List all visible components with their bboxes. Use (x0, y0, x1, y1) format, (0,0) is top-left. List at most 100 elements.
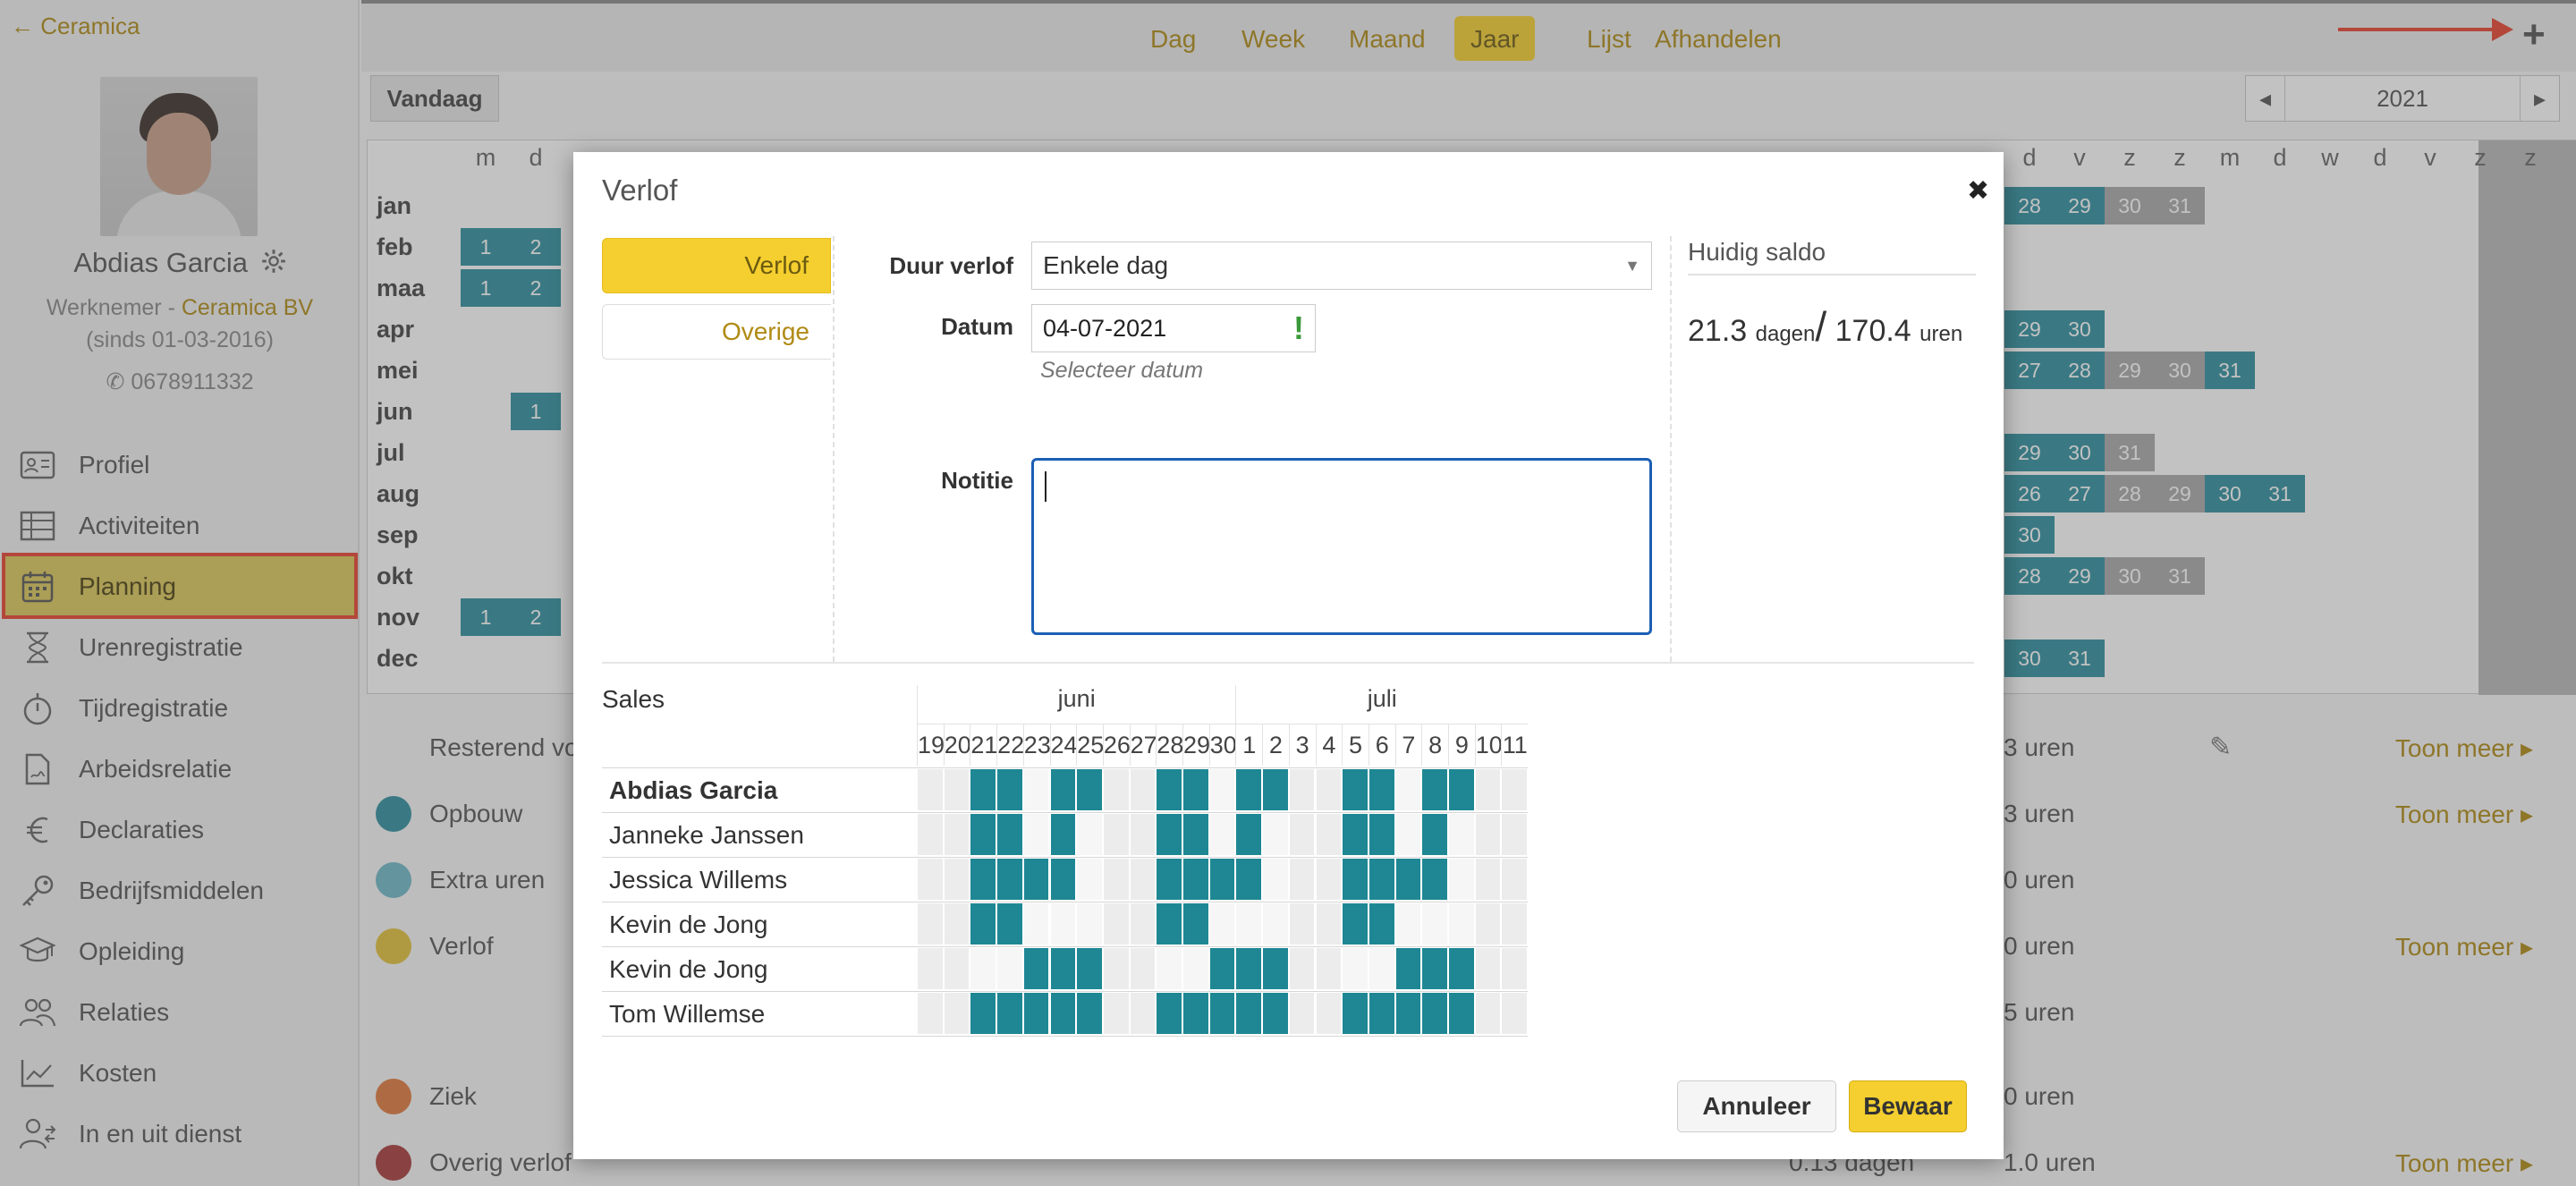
team-group-label: Sales (602, 685, 665, 713)
team-member-name: Kevin de Jong (609, 911, 768, 938)
day-header: 4 (1315, 724, 1343, 766)
availability-cell-busy (1156, 769, 1182, 810)
notitie-textarea[interactable] (1031, 458, 1652, 635)
divider (602, 662, 1974, 664)
availability-cell-busy (1342, 769, 1368, 810)
availability-cell-free (1501, 814, 1528, 855)
availability-cell-free (1288, 814, 1315, 855)
availability-cell-busy (1448, 993, 1474, 1034)
day-header: 2 (1262, 724, 1289, 766)
availability-cell-busy (1049, 993, 1076, 1034)
row-divider (602, 946, 1529, 947)
availability-cell-free (1501, 948, 1528, 989)
availability-cell-free (917, 769, 943, 810)
month-header: juni (917, 685, 1236, 724)
datum-input[interactable]: 04-07-2021 ! (1031, 304, 1316, 352)
day-header: 5 (1342, 724, 1368, 766)
availability-cell-busy (1421, 993, 1447, 1034)
availability-cell-free (943, 948, 970, 989)
availability-cell-busy (1262, 948, 1288, 989)
availability-cell-busy (1022, 993, 1049, 1034)
datum-hint: Selecteer datum (1040, 358, 1204, 383)
availability-cell-busy (1022, 859, 1049, 900)
availability-cell-free (1129, 769, 1156, 810)
availability-cell-busy (996, 993, 1022, 1034)
availability-cell-busy (1235, 859, 1262, 900)
tab-overige[interactable]: Overige (602, 304, 831, 360)
availability-cell-busy (1368, 859, 1394, 900)
availability-cell-busy (1076, 769, 1102, 810)
availability-cell-busy (1156, 859, 1182, 900)
availability-cell-free (1102, 993, 1129, 1034)
availability-cell-free (1102, 814, 1129, 855)
row-divider (602, 991, 1529, 992)
availability-cell-busy (1235, 993, 1262, 1034)
tab-verlof[interactable]: Verlof (602, 238, 831, 293)
availability-cell-free (917, 814, 943, 855)
availability-cell-busy (1394, 859, 1421, 900)
saldo-value: 21.3 dagen/ 170.4 uren (1688, 303, 1963, 350)
availability-cell-free (1448, 814, 1474, 855)
availability-cell-busy (1182, 903, 1208, 945)
availability-cell-free (1262, 859, 1288, 900)
availability-cell-free (943, 814, 970, 855)
availability-cell-free (1315, 903, 1342, 945)
availability-cell-busy (1421, 948, 1447, 989)
availability-cell-busy (1208, 948, 1235, 989)
availability-cell-free (1208, 769, 1235, 810)
availability-cell-free (943, 993, 970, 1034)
team-member-name: Kevin de Jong (609, 955, 768, 983)
team-availability-grid: Sales juni juli 19 20 21 22 23 24 25 26 27 28 29 30 1 2 3… (602, 682, 1976, 1057)
availability-cell-free (1022, 769, 1049, 810)
duur-select[interactable]: Enkele dag ▼ (1031, 241, 1652, 290)
availability-cell-free (1076, 903, 1102, 945)
availability-cell-busy (1182, 859, 1208, 900)
availability-cell-busy (1208, 859, 1235, 900)
team-member-name: Tom Willemse (609, 1000, 766, 1028)
cancel-button[interactable]: Annuleer (1677, 1080, 1836, 1132)
day-header: 27 (1129, 724, 1157, 766)
close-icon[interactable]: ✖ (1967, 175, 1989, 207)
availability-cell-free (1421, 903, 1447, 945)
availability-cell-free (1315, 948, 1342, 989)
availability-cell-busy (996, 769, 1022, 810)
availability-cell-free (1474, 948, 1501, 989)
day-header: 25 (1076, 724, 1104, 766)
availability-cell-free (1262, 903, 1288, 945)
availability-cell-free (1394, 903, 1421, 945)
availability-cell-free (1102, 769, 1129, 810)
availability-cell-free (1182, 948, 1208, 989)
availability-cell-free (1288, 769, 1315, 810)
availability-cell-busy (996, 859, 1022, 900)
day-header: 28 (1156, 724, 1183, 766)
availability-cell-free (917, 948, 943, 989)
day-header: 21 (970, 724, 997, 766)
availability-cell-busy (1342, 814, 1368, 855)
availability-cell-free (1288, 859, 1315, 900)
day-header: 6 (1368, 724, 1395, 766)
team-member-name: Jessica Willems (609, 866, 788, 894)
availability-cell-free (1076, 859, 1102, 900)
availability-cell-busy (1342, 993, 1368, 1034)
availability-cell-busy (970, 769, 996, 810)
row-divider (602, 1036, 1529, 1037)
availability-cell-free (943, 903, 970, 945)
day-header: 9 (1448, 724, 1475, 766)
day-header: 24 (1049, 724, 1078, 766)
availability-cell-busy (1368, 993, 1394, 1034)
availability-cell-free (1129, 903, 1156, 945)
availability-cell-busy (1368, 769, 1394, 810)
availability-cell-free (943, 769, 970, 810)
day-header: 10 (1474, 724, 1503, 766)
availability-cell-free (1474, 903, 1501, 945)
availability-cell-busy (1235, 769, 1262, 810)
availability-cell-free (970, 948, 996, 989)
availability-cell-busy (1049, 769, 1076, 810)
notitie-label: Notitie (941, 467, 1013, 494)
save-button[interactable]: Bewaar (1849, 1080, 1967, 1132)
availability-cell-free (1501, 769, 1528, 810)
day-header: 3 (1288, 724, 1316, 766)
availability-cell-busy (1049, 859, 1076, 900)
availability-cell-busy (1368, 903, 1394, 945)
availability-cell-free (1022, 903, 1049, 945)
